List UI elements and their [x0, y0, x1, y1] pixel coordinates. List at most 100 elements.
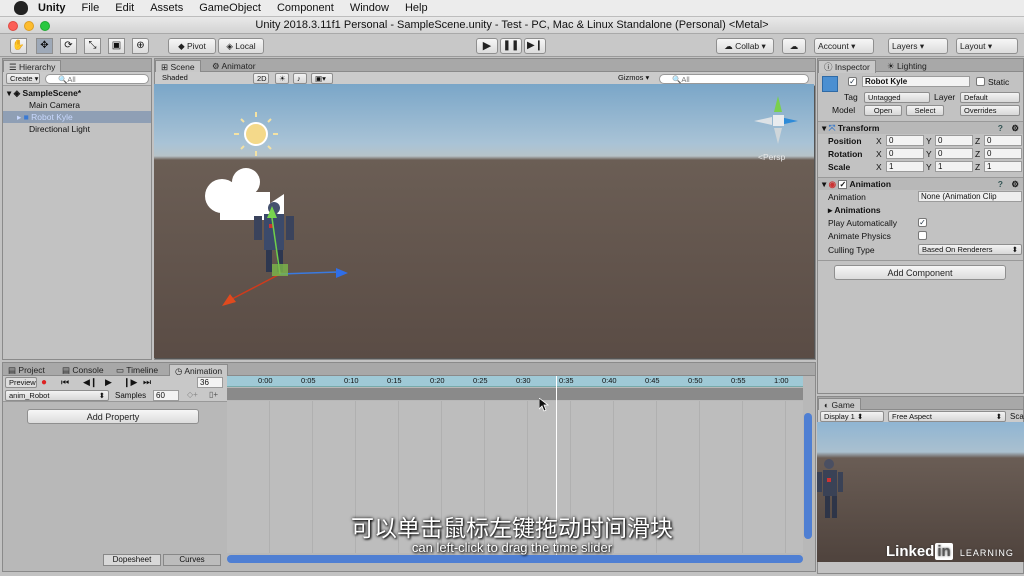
horizontal-scrollbar[interactable]	[227, 555, 803, 563]
rect-tool-icon[interactable]: ▣	[108, 38, 125, 54]
scene-orientation-gizmo[interactable]	[754, 96, 798, 144]
lighting-toggle-icon[interactable]: ☀	[275, 73, 289, 84]
object-name-field[interactable]: Robot Kyle	[862, 76, 970, 87]
cloud-icon[interactable]: ☁	[782, 38, 806, 54]
help-icon[interactable]: ?	[998, 178, 1003, 191]
next-key-icon[interactable]: ❙▶	[123, 377, 137, 388]
clip-dropdown[interactable]: anim_Robot ⬍	[5, 390, 109, 401]
menu-gameobject[interactable]: GameObject	[199, 2, 261, 14]
frame-field[interactable]: 36	[197, 377, 223, 388]
timeline-ruler[interactable]: 0:00 0:05 0:10 0:15 0:20 0:25 0:30 0:35 …	[227, 376, 803, 387]
scale-y-field[interactable]: 1	[935, 161, 973, 172]
position-y-field[interactable]: 0	[935, 135, 973, 146]
menu-edit[interactable]: Edit	[115, 2, 134, 14]
menu-unity[interactable]: Unity	[38, 2, 66, 14]
tab-lighting[interactable]: ☀ Lighting	[882, 60, 932, 72]
help-icon[interactable]: ?	[998, 122, 1003, 135]
effects-dropdown-icon[interactable]: ▣▾	[311, 73, 333, 84]
hand-tool-icon[interactable]: ✋	[10, 38, 27, 54]
add-component-button[interactable]: Add Component	[834, 265, 1006, 280]
rotation-x-field[interactable]: 0	[886, 148, 924, 159]
transform-header[interactable]: ▾ ⤧ Transform ? ⚙	[818, 121, 1023, 134]
animation-component-header[interactable]: ▾ ◉ ✓ Animation ? ⚙	[818, 177, 1023, 190]
tab-project[interactable]: ▤ Project	[3, 364, 50, 376]
close-window-button[interactable]	[8, 21, 18, 31]
first-key-icon[interactable]: ⏮	[61, 377, 69, 388]
animation-clip-field[interactable]: None (Animation Clip	[918, 191, 1022, 202]
layer-dropdown[interactable]: Default	[960, 92, 1020, 103]
play-animation-icon[interactable]: ▶	[105, 377, 112, 388]
minimize-window-button[interactable]	[24, 21, 34, 31]
tag-dropdown[interactable]: Untagged	[864, 92, 930, 103]
add-event-icon[interactable]: ▯+	[209, 390, 218, 399]
tab-timeline[interactable]: ▭ Timeline	[111, 364, 163, 376]
overrides-dropdown[interactable]: Overrides	[960, 105, 1020, 116]
tab-animator[interactable]: ⚙ Animator	[207, 60, 261, 72]
animations-foldout[interactable]: ▸ Animations	[828, 205, 881, 216]
open-button[interactable]: Open	[864, 105, 902, 116]
scene-search-input[interactable]: 🔍All	[659, 74, 809, 84]
pivot-button[interactable]: ◆ Pivot	[168, 38, 216, 54]
perspective-label[interactable]: <Persp	[758, 152, 785, 162]
add-property-button[interactable]: Add Property	[27, 409, 199, 424]
layers-dropdown[interactable]: Layers ▾	[888, 38, 948, 54]
transform-tool-icon[interactable]: ⊕	[132, 38, 149, 54]
hierarchy-item-robot-kyle[interactable]: ▸ ■ Robot Kyle	[3, 111, 151, 123]
pause-button[interactable]: ❚❚	[500, 38, 522, 54]
zoom-window-button[interactable]	[40, 21, 50, 31]
tab-console[interactable]: ▤ Console	[57, 364, 109, 376]
animate-physics-checkbox[interactable]	[918, 231, 927, 240]
local-button[interactable]: ◈ Local	[218, 38, 264, 54]
scene-viewport[interactable]: <Persp	[154, 84, 814, 358]
position-z-field[interactable]: 0	[984, 135, 1022, 146]
display-dropdown[interactable]: Display 1 ⬍	[820, 411, 884, 422]
aspect-dropdown[interactable]: Free Aspect ⬍	[888, 411, 1006, 422]
tab-inspector[interactable]: ⓘ Inspector	[818, 60, 876, 73]
settings-gear-icon[interactable]: ⚙	[1011, 122, 1019, 135]
select-button[interactable]: Select	[906, 105, 944, 116]
culling-type-dropdown[interactable]: Based On Renderers ⬍	[918, 244, 1022, 255]
menu-file[interactable]: File	[82, 2, 100, 14]
add-keyframe-icon[interactable]: ◇+	[187, 390, 198, 399]
static-checkbox[interactable]	[976, 77, 985, 86]
rotation-y-field[interactable]: 0	[935, 148, 973, 159]
scale-tool-icon[interactable]: ⤡	[84, 38, 101, 54]
menu-help[interactable]: Help	[405, 2, 428, 14]
prev-key-icon[interactable]: ◀❙	[83, 377, 97, 388]
play-automatically-label: Play Automatically	[828, 218, 897, 228]
account-dropdown[interactable]: Account ▾	[814, 38, 874, 54]
samples-field[interactable]: 60	[153, 390, 179, 401]
menu-assets[interactable]: Assets	[150, 2, 183, 14]
audio-toggle-icon[interactable]: ♪	[293, 73, 307, 84]
mode-2d-toggle[interactable]: 2D	[253, 73, 269, 84]
scale-x-field[interactable]: 1	[886, 161, 924, 172]
settings-gear-icon[interactable]: ⚙	[1011, 178, 1019, 191]
rotation-z-field[interactable]: 0	[984, 148, 1022, 159]
curves-tab[interactable]: Curves	[163, 554, 221, 566]
record-icon[interactable]: ●	[41, 377, 47, 388]
last-key-icon[interactable]: ⏭	[143, 377, 151, 388]
menu-window[interactable]: Window	[350, 2, 389, 14]
scene-root-item[interactable]: ▾ ◈ SampleScene*	[3, 87, 151, 99]
active-checkbox[interactable]: ✓	[848, 77, 857, 86]
rotate-tool-icon[interactable]: ⟳	[60, 38, 77, 54]
summary-keyframe-row[interactable]	[227, 388, 803, 400]
apple-icon[interactable]	[14, 1, 28, 15]
play-button[interactable]: ▶	[476, 38, 498, 54]
move-tool-icon[interactable]: ✥	[36, 38, 53, 54]
collab-button[interactable]: ☁ Collab ▾	[716, 38, 774, 54]
position-x-field[interactable]: 0	[886, 135, 924, 146]
create-dropdown[interactable]: Create ▾	[6, 73, 40, 84]
step-button[interactable]: ▶❙	[524, 38, 546, 54]
dopesheet-tab[interactable]: Dopesheet	[103, 554, 161, 566]
layout-dropdown[interactable]: Layout ▾	[956, 38, 1018, 54]
preview-toggle[interactable]: Preview	[5, 377, 37, 388]
gizmos-dropdown[interactable]: Gizmos ▾	[615, 73, 655, 84]
play-automatically-checkbox[interactable]: ✓	[918, 218, 927, 227]
shading-dropdown[interactable]: Shaded	[159, 73, 251, 84]
hierarchy-search-input[interactable]: 🔍All	[45, 74, 149, 84]
hierarchy-item-main-camera[interactable]: Main Camera	[3, 99, 151, 111]
menu-component[interactable]: Component	[277, 2, 334, 14]
scale-z-field[interactable]: 1	[984, 161, 1022, 172]
hierarchy-item-directional-light[interactable]: Directional Light	[3, 123, 151, 135]
